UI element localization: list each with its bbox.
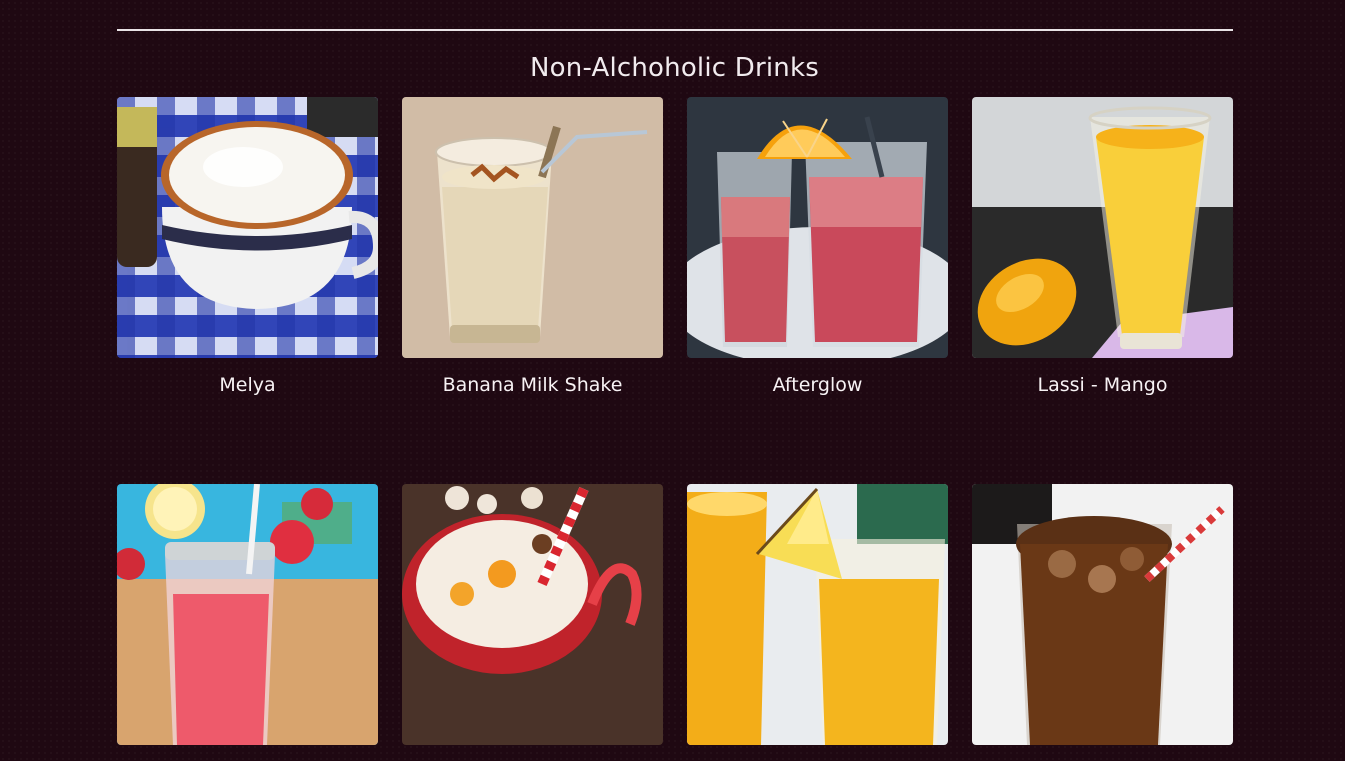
drink-card-afterglow[interactable]: Afterglow — [687, 97, 948, 396]
drink-name[interactable]: Melya — [117, 374, 378, 396]
drink-name[interactable]: Afterglow — [687, 374, 948, 396]
drink-name[interactable]: Lassi - Mango — [972, 374, 1233, 396]
drink-card-iced-tea[interactable] — [972, 484, 1233, 761]
iced-tea-photo — [972, 484, 1233, 745]
drink-image-afterglow[interactable] — [687, 97, 948, 358]
melya-photo — [117, 97, 378, 358]
drink-card-pineapple-juice[interactable] — [687, 484, 948, 761]
section-title: Non-Alchoholic Drinks — [530, 53, 819, 83]
drink-card-strawberry[interactable] — [117, 484, 378, 761]
drink-image-strawberry[interactable] — [117, 484, 378, 745]
hot-cocoa-photo — [402, 484, 663, 745]
drinks-grid: Melya Banana Milk Shake Afterglow Lassi … — [117, 97, 1233, 761]
drink-card-banana-milk-shake[interactable]: Banana Milk Shake — [402, 97, 663, 396]
pineapple-juice-photo — [687, 484, 948, 745]
strawberry-drink-photo — [117, 484, 378, 745]
drink-image-pineapple-juice[interactable] — [687, 484, 948, 745]
drink-card-melya[interactable]: Melya — [117, 97, 378, 396]
drink-image-hot-cocoa[interactable] — [402, 484, 663, 745]
drink-card-hot-cocoa[interactable] — [402, 484, 663, 761]
drink-image-banana-milk-shake[interactable] — [402, 97, 663, 358]
lassi-mango-photo — [972, 97, 1233, 358]
drink-image-melya[interactable] — [117, 97, 378, 358]
drink-name[interactable]: Banana Milk Shake — [402, 374, 663, 396]
section-divider — [117, 29, 1233, 31]
afterglow-photo — [687, 97, 948, 358]
drink-image-lassi-mango[interactable] — [972, 97, 1233, 358]
drink-image-iced-tea[interactable] — [972, 484, 1233, 745]
banana-milk-shake-photo — [402, 97, 663, 358]
drink-card-lassi-mango[interactable]: Lassi - Mango — [972, 97, 1233, 396]
